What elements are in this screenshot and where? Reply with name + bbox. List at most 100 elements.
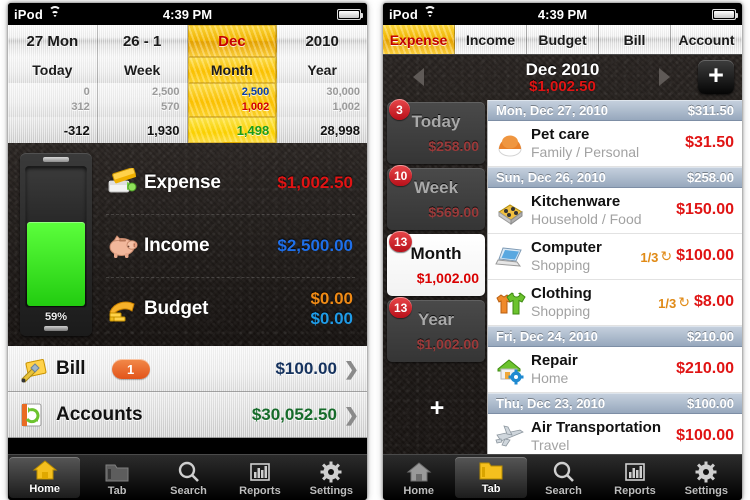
expense-right: $31.50 [685,134,734,153]
budget-battery-widget[interactable]: 59% [20,153,92,336]
side-card-amount: $258.00 [428,138,479,154]
date-label: Sun, Dec 26, 2010 [496,170,606,185]
expense-right: 1/3 ↻ $8.00 [658,293,734,312]
income-value: 0 [83,86,90,98]
money-row-label: Expense [144,171,221,193]
tab-settings[interactable]: Settings [296,455,367,500]
expense-category: Shopping [531,256,591,273]
tab-search[interactable]: Search [153,455,224,500]
tab-settings[interactable]: Settings [671,455,742,500]
tab-search[interactable]: Search [528,455,599,500]
expense-amount: $150.00 [676,201,734,218]
side-card-today[interactable]: 3 Today $258.00 [387,99,485,164]
tab-tab[interactable]: Tab [81,455,152,500]
expense-right: $100.00 [676,427,734,446]
money-row-budget[interactable]: Budget $0.00 $0.00 [104,277,359,340]
income-amount: $2,500.00 [277,235,353,255]
battery-foot [44,326,68,331]
status-badge: 1 [111,359,150,379]
tab-label: Home [29,483,60,495]
wifi-icon [423,6,437,20]
recurrence-label: 1/3 [658,296,677,311]
expense-category: Family / Personal [531,143,640,160]
list-row-accounts[interactable]: Accounts $30,052.50 ❯ [8,392,367,438]
triangle-left-icon[interactable] [413,68,424,86]
period-label: 27 Mon [26,32,79,50]
side-card-amount: $1,002.00 [416,270,479,286]
tab-home[interactable]: Home [9,457,81,498]
segment-account[interactable]: Account [671,25,742,54]
summary-label-year[interactable]: Year [277,57,367,83]
side-card-year[interactable]: 13 Year $1,002.00 [387,297,485,362]
triangle-right-icon[interactable] [659,68,670,86]
tab-label: Tab [107,485,127,497]
add-entry-button[interactable]: + [698,60,734,94]
tab-bar-left: Home Tab Search Reports Settings [8,454,367,500]
summary-values-row: 0 312 2,500 570 2,500 1,002 30,000 1,002 [8,83,367,117]
period-cell-year[interactable]: 2010 [277,25,367,57]
tab-reports[interactable]: Reports [224,455,295,500]
side-card-amount: $569.00 [428,204,479,220]
expense-amount: $8.00 [693,293,734,310]
search-icon [176,460,202,484]
side-card-week[interactable]: 10 Week $569.00 [387,165,485,230]
side-card-month[interactable]: 13 Month $1,002.00 [387,231,485,296]
money-row-label: Income [144,234,210,256]
expense-row[interactable]: Clothing Shopping 1/3 ↻ $8.00 [488,280,742,326]
tab-tab[interactable]: Tab [455,457,527,498]
period-cell-week[interactable]: 26 - 1 [98,25,188,57]
expense-text: Repair Home [531,352,578,388]
date-header: Mon, Dec 27, 2010 $311.50 [488,100,742,121]
total-today: -312 [8,117,98,143]
side-card-amount: $1,002.00 [416,336,479,352]
segment-expense[interactable]: Expense [383,25,455,54]
battery-percent-label: 59% [44,311,68,323]
date-total: $210.00 [687,329,734,344]
add-period-button[interactable]: + [387,366,487,423]
pet-care-icon [494,129,526,159]
expense-row[interactable]: Repair Home $210.00 [488,347,742,393]
total-week: 1,930 [98,117,188,143]
reports-icon [622,460,648,484]
segment-bill[interactable]: Bill [599,25,671,54]
period-cell-today[interactable]: 27 Mon [8,25,98,57]
period-label: 26 - 1 [122,32,162,50]
tab-label: Home [403,485,434,497]
summary-label-week[interactable]: Week [98,57,188,83]
tab-reports[interactable]: Reports [599,455,670,500]
money-row-income[interactable]: Income $2,500.00 [104,214,359,277]
expense-list[interactable]: Mon, Dec 27, 2010 $311.50 Pet care Famil… [487,100,742,454]
summary-label-today[interactable]: Today [8,57,98,83]
tab-home[interactable]: Home [383,455,454,500]
recurring-icon: ↻ [660,248,673,264]
count-badge: 13 [389,231,413,252]
money-row-values: $2,500.00 [277,236,353,256]
expense-category: Shopping [531,302,591,319]
right-screen: iPod 4:39 PM Expense Income Budget Bill … [383,3,742,500]
expense-row[interactable]: Pet care Family / Personal $31.50 [488,121,742,167]
expense-title: Repair [531,351,578,369]
expense-right: $150.00 [676,201,734,220]
date-header: Thu, Dec 23, 2010 $100.00 [488,393,742,414]
summary-label-month[interactable]: Month [187,57,278,83]
date-label: Thu, Dec 23, 2010 [496,396,606,411]
period-cell-month[interactable]: Dec [187,25,278,57]
expense-row[interactable]: Computer Shopping 1/3 ↻ $100.00 [488,234,742,280]
home-overview-panel: 59% Expense $1,002.50 Income $2,500.00 B… [8,143,367,346]
list-row-bill[interactable]: Bill 1 $100.00 ❯ [8,346,367,392]
period-label: Dec [218,32,246,50]
month-navigation-bar: Dec 2010 $1,002.50 + [383,55,742,100]
expense-amount: $1,002.50 [277,172,353,192]
kitchenware-icon [494,196,526,226]
segment-budget[interactable]: Budget [527,25,599,54]
detail-content: 3 Today $258.00 10 Week $569.00 13 Month… [383,99,742,454]
money-row-expense[interactable]: Expense $1,002.50 [104,151,359,214]
list-row-label: Accounts [56,404,143,425]
expense-amount: $100.00 [676,427,734,444]
expense-row[interactable]: Air Transportation Travel $100.00 [488,414,742,454]
budget-icon [106,294,140,324]
expense-row[interactable]: Kitchenware Household / Food $150.00 [488,188,742,234]
budget-amount-spent: $0.00 [310,288,353,308]
segment-income[interactable]: Income [455,25,527,54]
status-bar-left: iPod 4:39 PM [8,3,367,25]
